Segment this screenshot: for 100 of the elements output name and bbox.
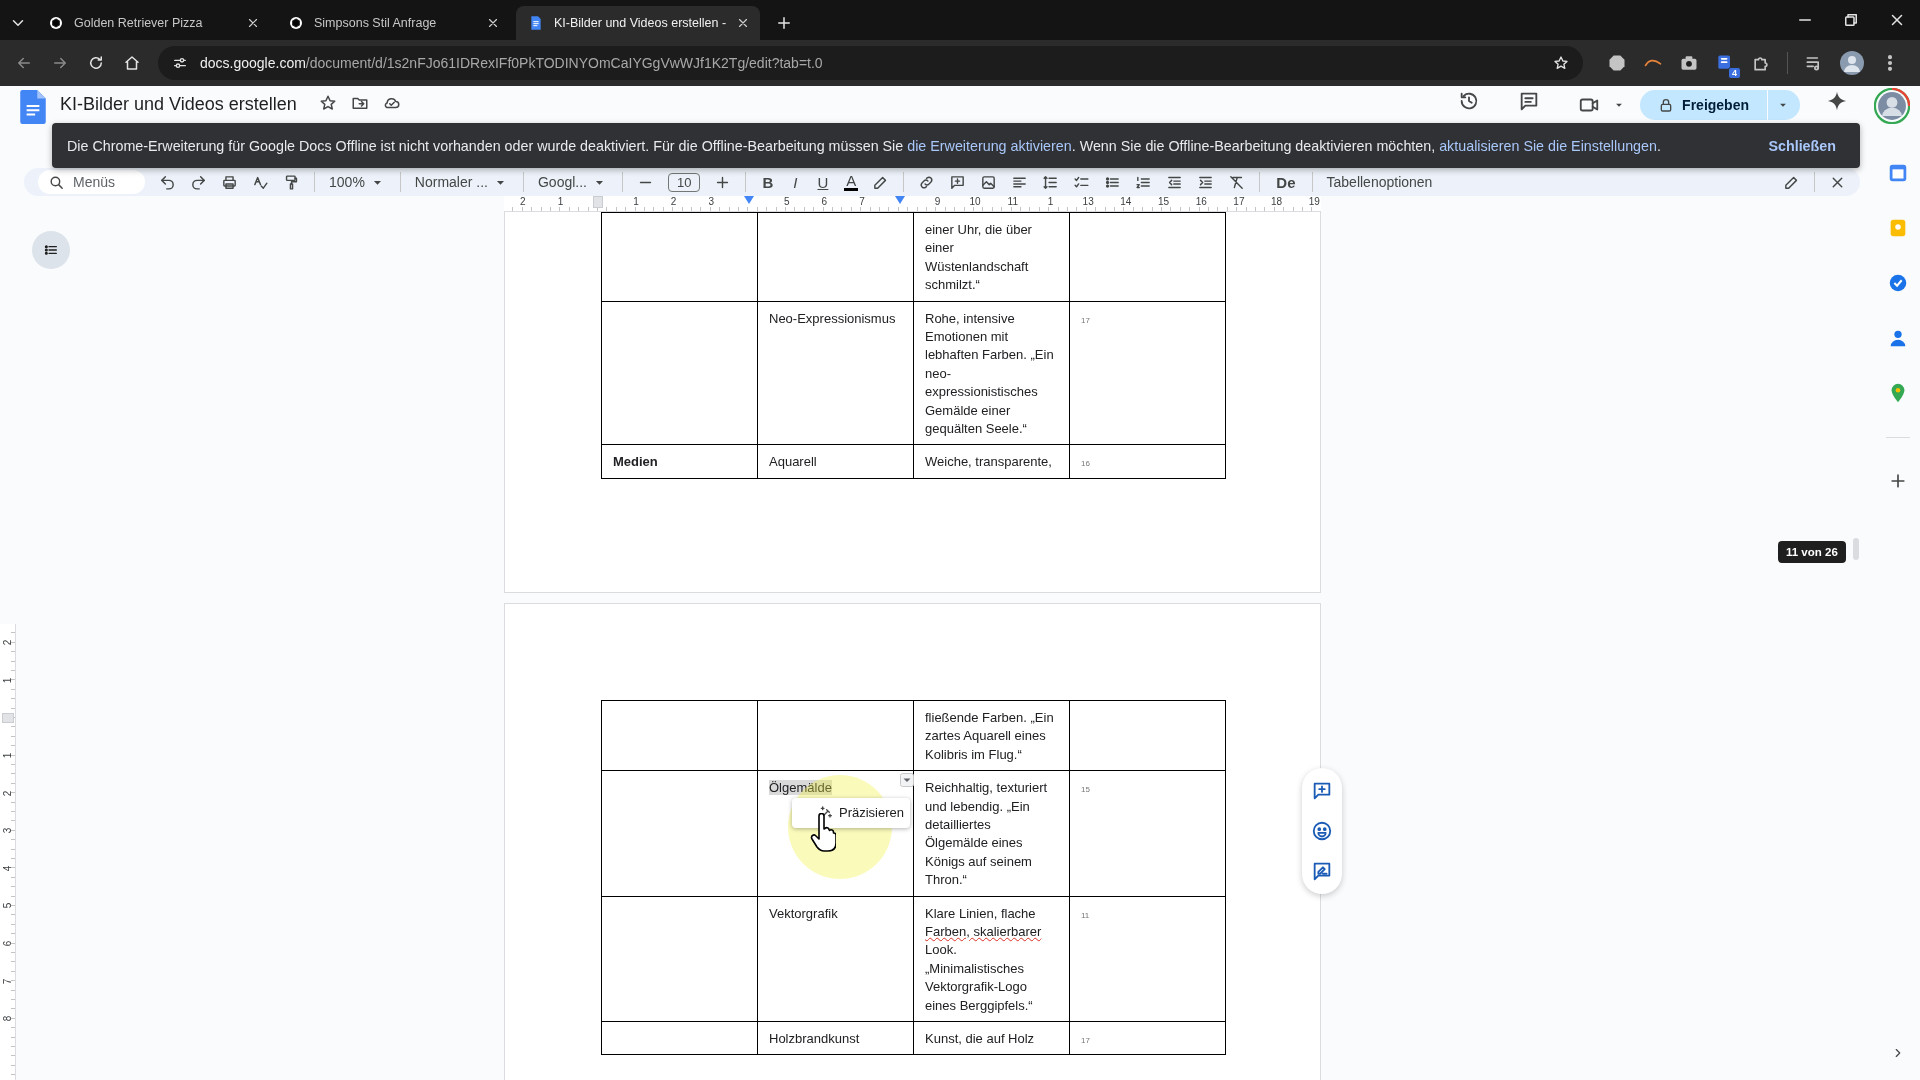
hand-cursor-icon [810,813,836,854]
clear-formatting-icon[interactable] [1228,173,1246,191]
close-banner-button[interactable]: Schließen [1764,131,1840,160]
add-comment-icon[interactable] [949,173,967,191]
footnote-number: 16 [1081,459,1090,470]
address-field[interactable]: docs.google.com/document/d/1s2nFJo61IDRexIFf0PkTODINYOmCaIYGgVwWJf1K2Tg/edit?tab=t.0 [158,46,1583,80]
calendar-icon[interactable] [1887,162,1909,184]
style-text: Holzbrandkunst [769,1030,860,1046]
description-text: Reichhaltig, texturiert und lebendig. „Ein detailliertes Ölgemälde eines Königs auf seinem Thron.“ [925,780,1048,888]
ruler-number: 6 [2,940,13,947]
document-title[interactable]: KI-Bilder und Videos erstellen [60,94,297,115]
description-text: Klare Linien, flache Farben, skalierbarer Look. „Minimalistisches Vektorgrafik-Logo eines Berggipfels.“ [925,905,1042,1013]
zoom-dropdown[interactable]: 100% [329,174,365,190]
tasks-icon[interactable] [1887,272,1909,294]
browser-tab[interactable]: Golden Retriever Pizza [36,6,270,40]
star-icon[interactable] [318,94,337,112]
outline-button[interactable] [32,231,70,269]
suggest-edit-icon[interactable] [1311,860,1333,882]
docs-logo[interactable] [20,90,46,124]
footnote-number: 17 [1081,1035,1090,1046]
ruler-number: 1 [1047,196,1054,208]
search-icon [48,173,65,191]
banner-link[interactable]: aktualisieren Sie die Einstellungen [1439,137,1657,154]
language-button[interactable]: De [1274,173,1298,191]
column-marker[interactable] [593,196,604,208]
style-text: Vektorgrafik [769,905,838,921]
close-icon[interactable] [246,16,260,30]
dropdown-icon[interactable] [900,773,914,788]
ruler-number: 13 [1082,196,1094,208]
font-dropdown[interactable]: Googl... [537,174,587,190]
ruler-number: 16 [1195,196,1207,208]
account-avatar[interactable] [1874,88,1910,124]
bold-button[interactable]: B [760,173,776,191]
ruler-number: 5 [783,196,790,208]
bookmark-star-icon[interactable] [1553,55,1569,71]
column-marker[interactable] [1,713,14,723]
reload-icon[interactable] [87,54,105,72]
style-text: Aquarell [769,454,817,470]
category-text: Medien [613,454,658,470]
description-text: Rohe, intensive Emotionen mit lebhaften Farben. „Ein neo-expressionistisches Gemälde einer gequälten Seele.“ [925,310,1054,437]
camera-icon[interactable] [1679,53,1699,73]
underline-button[interactable]: U [815,173,831,191]
menu-search-field[interactable]: Menüs [38,170,146,194]
ruler-number: 2 [520,196,526,208]
refine-button[interactable]: Präzisieren [792,798,911,829]
ruler-number: 8 [2,1015,13,1022]
scrollbar-thumb[interactable] [1853,538,1859,560]
page-counter: 11 von 26 [1778,541,1846,563]
ruler-number: 7 [2,978,13,984]
browser-tab[interactable]: Simpsons Stil Anfrage [276,6,510,40]
ruler-number: 1 [2,752,13,759]
ruler-number: 3 [708,196,715,208]
ruler-number: 18 [1271,196,1283,208]
octagon-icon[interactable] [1607,53,1627,73]
document-icon [528,15,544,31]
description-text: Weiche, transparente, [925,454,1052,470]
ruler-number: 10 [969,196,981,208]
ruler-number: 5 [2,903,13,909]
tab-title: Golden Retriever Pizza [74,16,204,30]
ruler-number: 14 [1120,196,1132,208]
emoji-icon[interactable] [1311,820,1333,842]
avatar[interactable] [1840,51,1864,75]
ruler-number: 4 [2,865,13,872]
ruler-number: 15 [1157,196,1170,208]
description-text: fließende Farben. „Ein zartes Aquarell eines Kolibris im Flug.“ [925,709,1054,762]
site-settings-icon[interactable] [172,55,188,71]
font-size-field[interactable]: 10 [668,172,701,192]
outline-icon [43,242,59,258]
swirl-icon [48,15,64,31]
add-comment-icon[interactable] [1311,780,1333,802]
footnote-number: 17 [1081,315,1090,326]
line-spacing-icon[interactable] [1042,173,1060,191]
table-options-button[interactable]: Tabellenoptionen [1326,174,1433,190]
extension-badge: 4 [1728,67,1741,79]
ruler-number: 3 [2,828,13,834]
browser-tab[interactable]: KI-Bilder und Videos erstellen - [516,6,761,40]
ruler-number: 1 [633,196,639,208]
text-color-button[interactable]: A [844,173,859,191]
close-icon[interactable] [486,16,500,30]
print-icon[interactable] [221,173,239,191]
redo-icon[interactable] [190,173,208,191]
italic-button[interactable]: I [789,173,802,191]
ruler-number: 19 [1308,196,1320,208]
ruler-number: 6 [821,196,828,208]
ruler-number: 2 [2,790,13,796]
ruler-number: 7 [859,196,865,208]
ruler-number: 1 [557,196,564,208]
banner-link[interactable]: die Erweiterung aktivieren [907,137,1072,154]
banner-message: Die Chrome-Erweiterung für Google Docs Offline ist nicht vorhanden oder wurde deaktiviert. Für die Offline-Bearbeitung müssen Sie die Erweiterung aktivieren. Wenn Sie die Offline-Bearbeitung deaktivieren möchten, aktualisieren Sie die Einstellungen. [67,137,1661,154]
style-dropdown[interactable]: Normaler ... [414,174,488,190]
description-text: einer Uhr, die über einer Wüstenlandschaft schmilzt.“ [925,222,1032,293]
footnote-number: 15 [1081,785,1090,796]
undo-icon[interactable] [159,173,177,191]
share-button[interactable]: Freigeben [1640,90,1800,120]
style-text: Neo-Expressionismus [769,310,896,326]
home-icon[interactable] [123,54,141,72]
restore-icon[interactable] [1842,11,1860,29]
image-icon[interactable] [980,173,998,191]
footnote-number: 11 [1081,910,1090,921]
ruler-number: 11 [1007,196,1018,208]
